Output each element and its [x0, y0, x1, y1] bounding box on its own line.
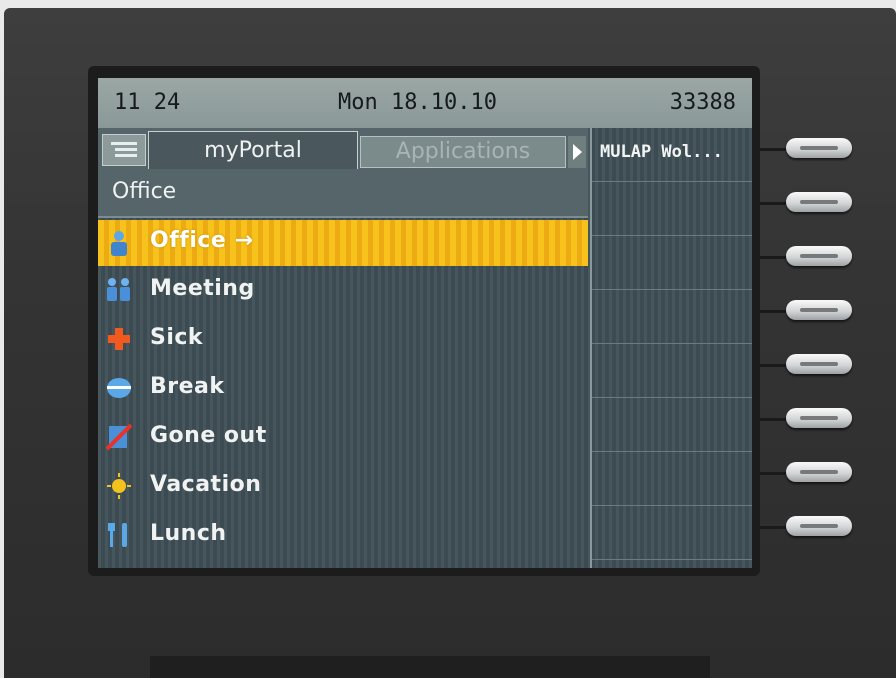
key-label-5[interactable] [592, 344, 752, 398]
meeting-icon [107, 278, 130, 301]
red-cross-icon [108, 328, 130, 350]
list-item-label: Meeting [150, 276, 255, 301]
side-key-1[interactable] [760, 138, 856, 160]
key-label-3[interactable] [592, 236, 752, 290]
side-key-7[interactable] [760, 462, 856, 484]
list-item-label: Sick [150, 325, 204, 350]
key-label-6[interactable] [592, 398, 752, 452]
list-item-gone-out[interactable]: Gone out [98, 413, 588, 462]
extension-number: 33388 [669, 90, 736, 115]
status-bar: 11 24 Mon 18.10.10 33388 [98, 78, 752, 128]
tab-scroll-right-icon[interactable] [568, 136, 586, 168]
list-item-label: Break [150, 374, 225, 399]
date: Mon 18.10.10 [338, 90, 497, 115]
list-item-break[interactable]: Break [98, 364, 588, 413]
tab-bar: myPortal Applications [98, 128, 588, 170]
list-item-label: Gone out [150, 423, 267, 448]
list-item-label: Lunch [150, 521, 227, 546]
list-item-lunch[interactable]: Lunch [98, 511, 588, 560]
status-list: Office → Meeting Sick Break Gone out Vac… [98, 220, 588, 560]
list-item-office[interactable]: Office → [98, 220, 588, 266]
key-label-8[interactable] [592, 506, 752, 560]
list-item-vacation[interactable]: Vacation [98, 462, 588, 511]
person-icon [111, 231, 127, 256]
side-key-5[interactable] [760, 354, 856, 376]
list-title: Office [98, 170, 588, 218]
key-label-7[interactable] [592, 452, 752, 506]
side-key-2[interactable] [760, 192, 856, 214]
side-key-6[interactable] [760, 408, 856, 430]
key-label-1[interactable]: MULAP Wol... [592, 128, 752, 182]
side-key-3[interactable] [760, 246, 856, 268]
list-item-sick[interactable]: Sick [98, 315, 588, 364]
list-item-meeting[interactable]: Meeting [98, 266, 588, 315]
clock: 11 24 [114, 90, 181, 115]
phone-base [150, 656, 710, 678]
coffee-cup-icon [107, 378, 131, 398]
sun-icon [107, 473, 131, 499]
key-label-2[interactable] [592, 182, 752, 236]
tab-myportal[interactable]: myPortal [148, 131, 358, 169]
tab-applications[interactable]: Applications [360, 136, 566, 168]
function-key-labels: MULAP Wol... [590, 128, 752, 568]
list-item-label: Office → [150, 228, 254, 253]
menu-icon[interactable] [102, 134, 146, 166]
key-label-4[interactable] [592, 290, 752, 344]
gone-out-icon [106, 423, 132, 451]
side-key-4[interactable] [760, 300, 856, 322]
fork-knife-icon [108, 523, 127, 547]
side-key-8[interactable] [760, 516, 856, 538]
phone-display: 11 24 Mon 18.10.10 33388 myPortal Applic… [98, 78, 752, 568]
list-item-label: Vacation [150, 472, 262, 497]
